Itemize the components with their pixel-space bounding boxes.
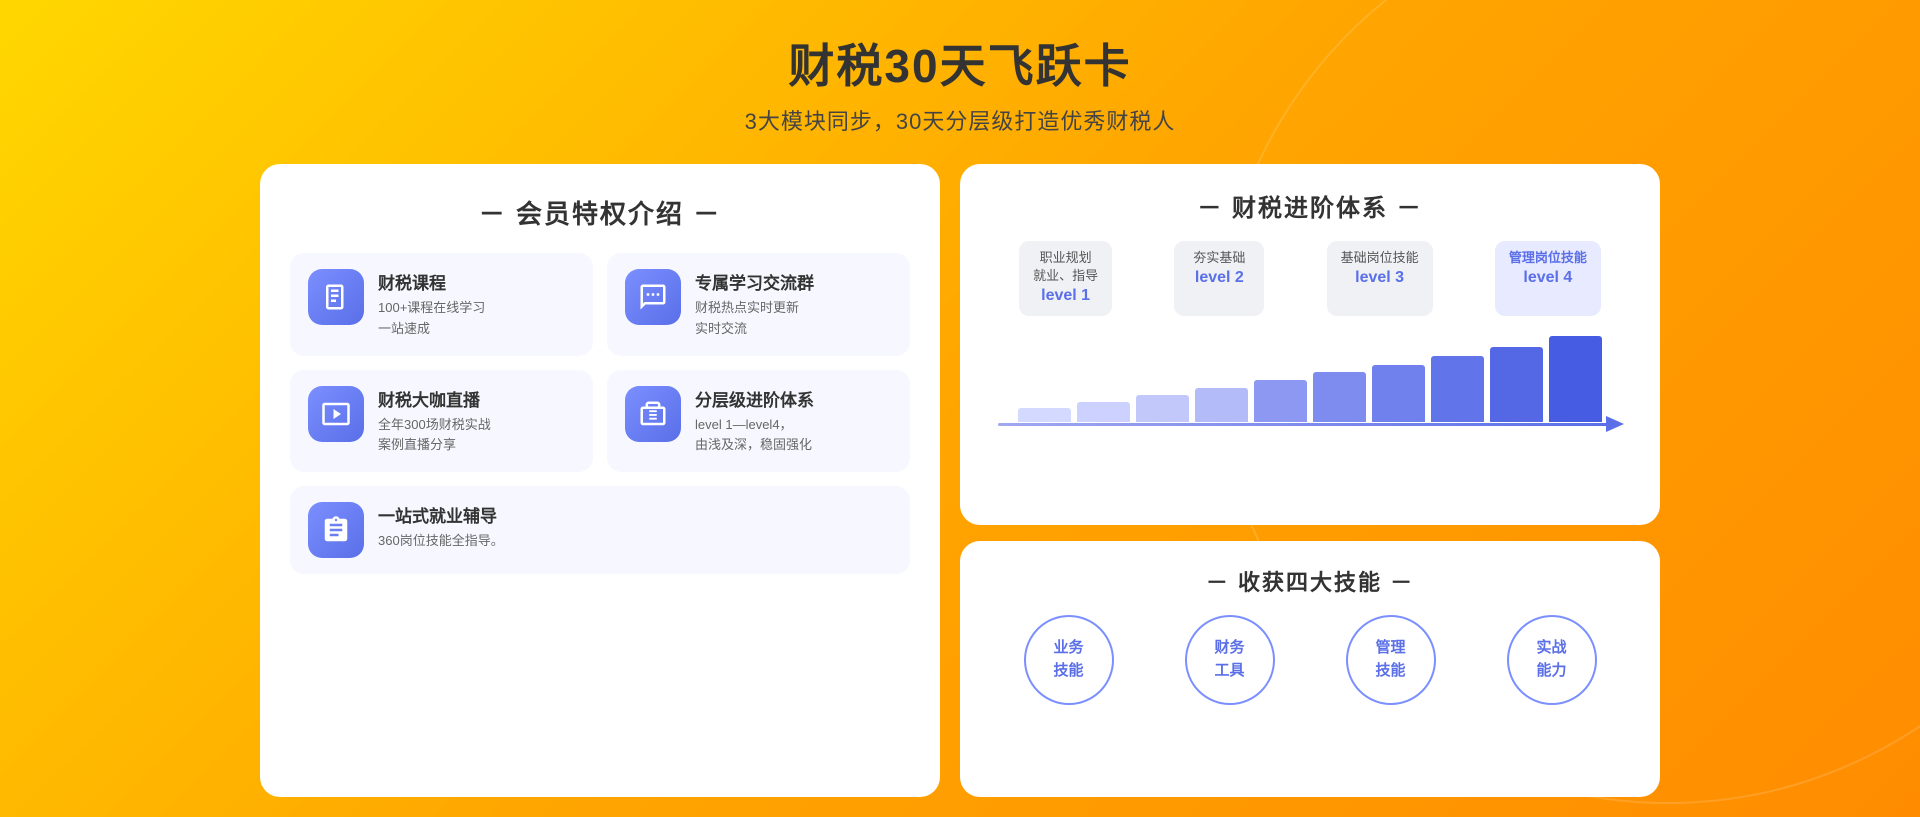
main-container: 财税30天飞跃卡 3大模块同步，30天分层级打造优秀财税人 － 会员特权介绍 －…: [0, 0, 1920, 817]
level-labels: 职业规划就业、指导 level 1 夯实基础 level 2 基础岗位技能 le…: [988, 241, 1632, 316]
level-label-1: 职业规划就业、指导 level 1: [1019, 241, 1112, 316]
skill-circle-4: 实战能力: [1507, 615, 1597, 705]
feature-text-group: 专属学习交流群 财税热点实时更新实时交流: [695, 269, 892, 340]
bar-2: [1077, 402, 1130, 422]
level-label-text-3: 基础岗位技能: [1341, 249, 1419, 267]
feature-text-levels: 分层级进阶体系 level 1—level4，由浅及深，稳固强化: [695, 386, 892, 457]
feature-text-live: 财税大咖直播 全年300场财税实战案例直播分享: [378, 386, 575, 457]
bar-1: [1018, 408, 1071, 422]
feature-title-group: 专属学习交流群: [695, 269, 892, 294]
bar-4: [1195, 388, 1248, 422]
skill-circle-3: 管理技能: [1346, 615, 1436, 705]
book-icon: [308, 269, 364, 325]
bar-5: [1254, 380, 1307, 421]
skill-circle-1: 业务技能: [1024, 615, 1114, 705]
skill-label-1: 业务技能: [1053, 637, 1083, 682]
bars-container: [1018, 332, 1602, 422]
skills-row: 业务技能 财务工具 管理技能 实战能力: [988, 615, 1632, 705]
bar-8: [1431, 356, 1484, 422]
bar-9: [1490, 347, 1543, 422]
level-num-1: level 1: [1033, 285, 1098, 307]
level-label-text-1: 职业规划就业、指导: [1033, 249, 1098, 285]
feature-title-levels: 分层级进阶体系: [695, 386, 892, 411]
feature-card-course: 财税课程 100+课程在线学习一站速成: [290, 253, 593, 356]
bar-3: [1136, 395, 1189, 422]
skill-circle-2: 财务工具: [1185, 615, 1275, 705]
feature-desc-group: 财税热点实时更新实时交流: [695, 298, 892, 340]
left-panel-title: － 会员特权介绍 －: [290, 194, 910, 231]
level-num-3: level 3: [1341, 267, 1419, 289]
feature-desc-live: 全年300场财税实战案例直播分享: [378, 415, 575, 457]
feature-card-live: 财税大咖直播 全年300场财税实战案例直播分享: [290, 370, 593, 473]
skill-label-3: 管理技能: [1375, 637, 1405, 682]
feature-card-group: 专属学习交流群 财税热点实时更新实时交流: [607, 253, 910, 356]
feature-text-course: 财税课程 100+课程在线学习一站速成: [378, 269, 575, 340]
feature-card-levels: 分层级进阶体系 level 1—level4，由浅及深，稳固强化: [607, 370, 910, 473]
level-num-2: level 2: [1188, 267, 1250, 289]
content-row: － 会员特权介绍 － 财税课程 100+课程在线学习一站速成: [260, 164, 1660, 797]
feature-title-course: 财税课程: [378, 269, 575, 294]
feature-title-career: 一站式就业辅导: [378, 502, 892, 527]
skill-label-2: 财务工具: [1214, 637, 1244, 682]
right-panels: － 财税进阶体系 － 职业规划就业、指导 level 1 夯实基础 level …: [960, 164, 1660, 797]
right-panel-bottom: － 收获四大技能 － 业务技能 财务工具 管理技能 实战能力: [960, 541, 1660, 797]
left-panel: － 会员特权介绍 － 财税课程 100+课程在线学习一站速成: [260, 164, 940, 797]
level-num-4: level 4: [1509, 267, 1587, 289]
right-panel-top: － 财税进阶体系 － 职业规划就业、指导 level 1 夯实基础 level …: [960, 164, 1660, 525]
chart-container: [988, 326, 1632, 446]
feature-card-career: 一站式就业辅导 360岗位技能全指导。: [290, 486, 910, 574]
feature-desc-career: 360岗位技能全指导。: [378, 531, 892, 552]
bar-7: [1372, 365, 1425, 422]
level-header: － 财税进阶体系 －: [988, 188, 1632, 223]
feature-text-career: 一站式就业辅导 360岗位技能全指导。: [378, 502, 892, 552]
skill-label-4: 实战能力: [1536, 637, 1566, 682]
level-label-2: 夯实基础 level 2: [1174, 241, 1264, 316]
level-label-text-4: 管理岗位技能: [1509, 249, 1587, 267]
feature-desc-levels: level 1—level4，由浅及深，稳固强化: [695, 415, 892, 457]
bar-10: [1549, 336, 1602, 422]
page-subtitle: 3大模块同步，30天分层级打造优秀财税人: [745, 104, 1176, 136]
skills-header: － 收获四大技能 －: [988, 565, 1632, 597]
features-grid: 财税课程 100+课程在线学习一站速成 专属学习交流群 财税热点实时更新实时交流: [290, 253, 910, 472]
level-label-3: 基础岗位技能 level 3: [1327, 241, 1433, 316]
level-label-text-2: 夯实基础: [1188, 249, 1250, 267]
briefcase-icon: [625, 386, 681, 442]
feature-title-live: 财税大咖直播: [378, 386, 575, 411]
feature-desc-course: 100+课程在线学习一站速成: [378, 298, 575, 340]
chat-icon: [625, 269, 681, 325]
level-label-4: 管理岗位技能 level 4: [1495, 241, 1601, 316]
bar-6: [1313, 372, 1366, 422]
clipboard-icon: [308, 502, 364, 558]
play-icon: [308, 386, 364, 442]
page-title: 财税30天飞跃卡: [788, 30, 1131, 96]
